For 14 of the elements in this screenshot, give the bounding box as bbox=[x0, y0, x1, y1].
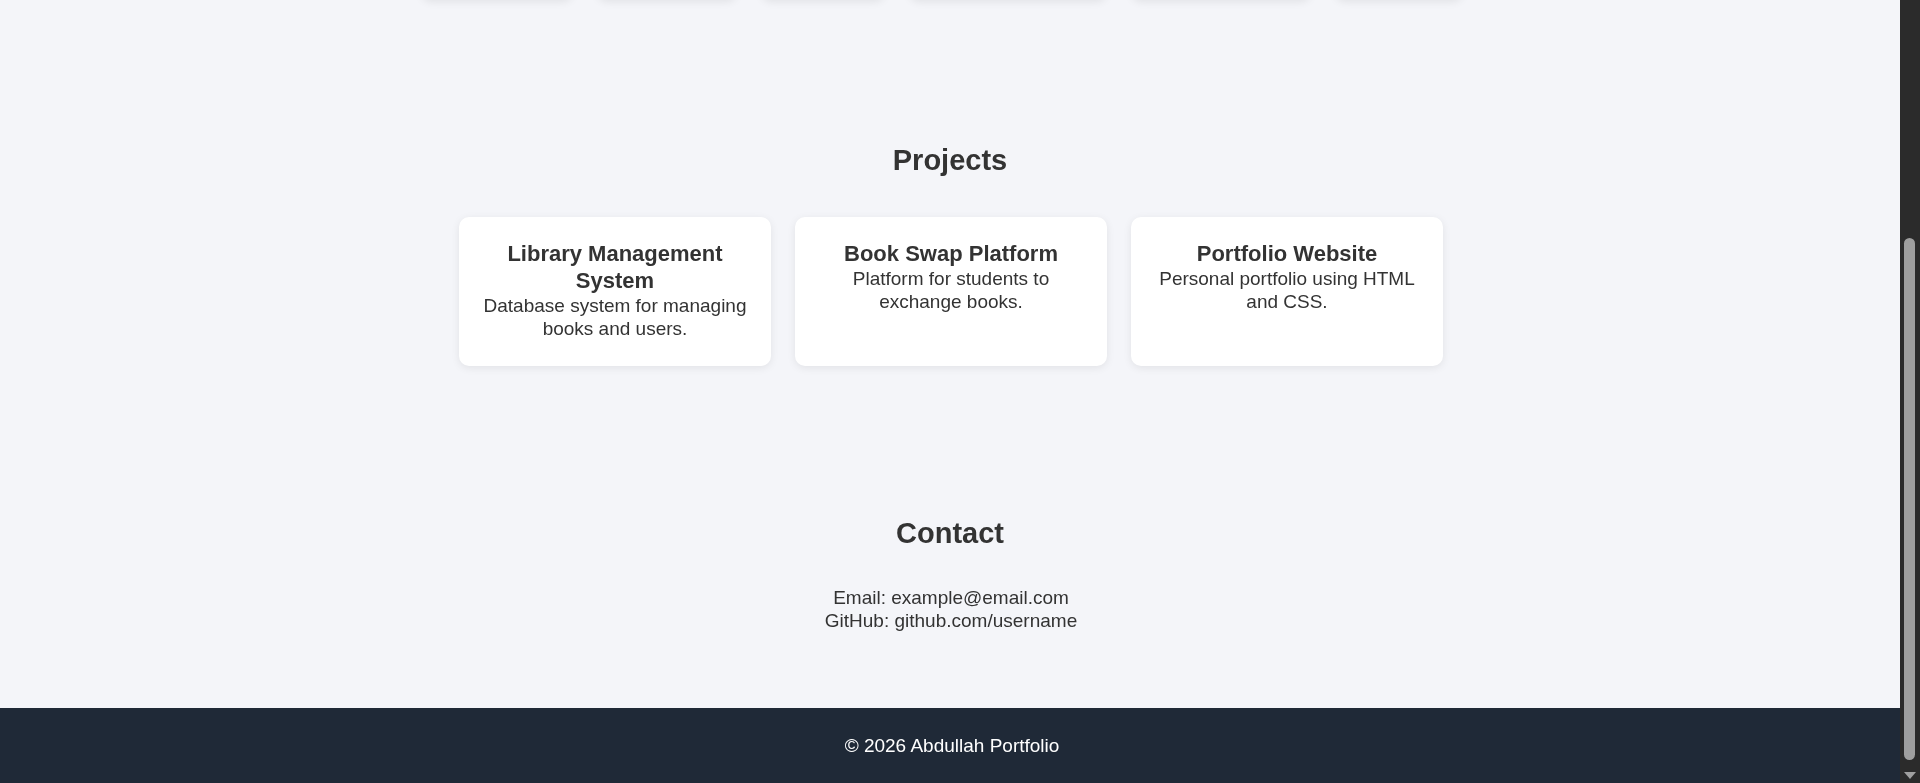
project-description: Database system for managing books and users. bbox=[482, 294, 748, 340]
section-heading: Projects bbox=[892, 143, 1008, 177]
copyright-text: © 2026 Abdullah Portfolio bbox=[843, 734, 1060, 757]
contact-line: Email: example@email.com bbox=[832, 586, 1070, 609]
contact-line: GitHub: github.com/username bbox=[824, 609, 1078, 632]
scroll-down-icon[interactable] bbox=[1904, 772, 1916, 779]
project-title: Portfolio Website bbox=[1195, 240, 1379, 267]
scrollbar[interactable] bbox=[1900, 0, 1920, 783]
project-title: Book Swap Platform bbox=[843, 240, 1059, 267]
project-title: Library Management System bbox=[506, 240, 724, 294]
project-description: Personal portfolio using HTML and CSS. bbox=[1158, 267, 1416, 313]
scrollbar-thumb[interactable] bbox=[1904, 238, 1915, 760]
section-heading: Contact bbox=[896, 516, 1004, 550]
project-description: Platform for students to exchange books. bbox=[851, 267, 1051, 313]
